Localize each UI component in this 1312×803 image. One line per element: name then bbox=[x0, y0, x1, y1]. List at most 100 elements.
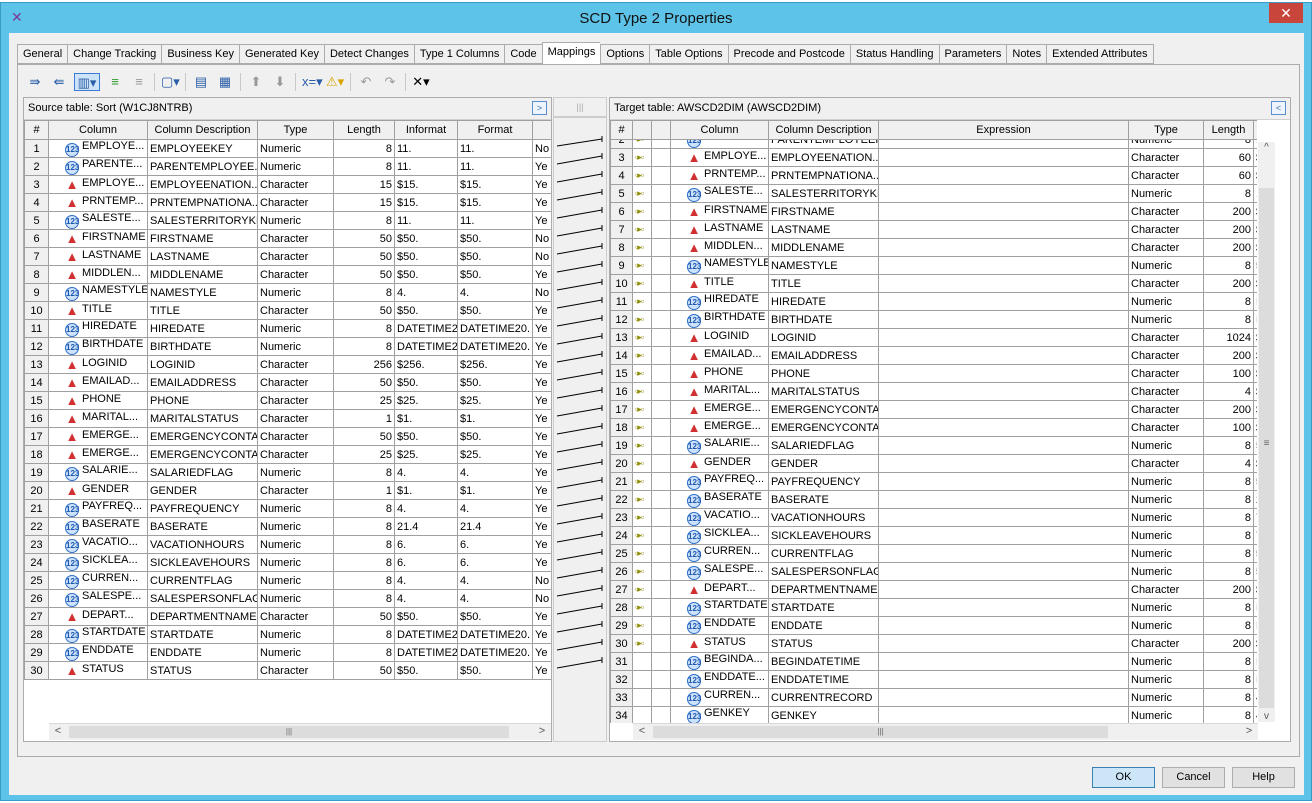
table-row[interactable]: 11123HIREDATEHIREDATENumeric8DATETIME20.… bbox=[24, 319, 551, 338]
column-format[interactable]: 5. bbox=[1253, 544, 1257, 563]
column-header[interactable]: Column Description bbox=[147, 120, 258, 140]
column-informat[interactable]: $25. bbox=[394, 391, 458, 410]
column-header[interactable]: Informat bbox=[394, 120, 458, 140]
target-horizontal-scrollbar[interactable]: < ||| > bbox=[633, 723, 1258, 740]
column-format[interactable]: $50. bbox=[457, 247, 533, 266]
column-length[interactable]: 15 bbox=[333, 175, 395, 194]
column-extra[interactable]: No bbox=[532, 283, 551, 302]
column-description[interactable]: SALESPERSONFLAG bbox=[147, 589, 258, 608]
column-informat[interactable]: $50. bbox=[394, 247, 458, 266]
column-extra[interactable]: No bbox=[532, 589, 551, 608]
table-row[interactable]: 24 ▫▸▫ 123 SICKLEA... SICKLEAVEHOURS Numeric 8… bbox=[610, 526, 1257, 545]
column-extra[interactable]: Ye bbox=[532, 373, 551, 392]
column-length[interactable]: 8 bbox=[333, 157, 395, 176]
column-format[interactable]: $50. bbox=[457, 301, 533, 320]
column-expression[interactable] bbox=[878, 220, 1129, 239]
column-informat[interactable]: $50. bbox=[394, 427, 458, 446]
tab-general[interactable]: General bbox=[17, 44, 68, 64]
column-expression[interactable] bbox=[878, 670, 1129, 689]
column-type[interactable]: Character bbox=[257, 661, 334, 680]
column-type[interactable]: Character bbox=[1128, 454, 1204, 473]
mapping-line[interactable] bbox=[556, 281, 603, 291]
column-name[interactable]: 123 SALESTE... bbox=[670, 184, 769, 203]
column-description[interactable]: SICKLEAVEHOURS bbox=[147, 553, 258, 572]
table-row[interactable]: 5▫▸▫123SALESTE...SALESTERRITORYKEYNumeri… bbox=[610, 184, 1257, 203]
table-row[interactable]: 27 ▫▸▫ ▲ DEPART... DEPARTMENTNAME Character 20… bbox=[610, 580, 1257, 599]
column-extra[interactable]: Ye bbox=[532, 481, 551, 500]
column-type[interactable]: Character bbox=[1128, 148, 1204, 167]
column-type[interactable]: Character bbox=[1128, 220, 1204, 239]
column-length[interactable]: 8 bbox=[1203, 688, 1254, 707]
column-name[interactable]: ▲ STATUS bbox=[48, 661, 148, 680]
table-row[interactable]: 15▫▸▫▲PHONEPHONECharacter100$1 bbox=[610, 364, 1257, 383]
column-format[interactable]: DA bbox=[1253, 616, 1257, 635]
column-type[interactable]: Numeric bbox=[257, 283, 334, 302]
mapping-line[interactable] bbox=[556, 138, 603, 147]
column-format[interactable]: DATETIME20. bbox=[457, 643, 533, 662]
column-format[interactable]: $1. bbox=[457, 409, 533, 428]
column-length[interactable]: 1 bbox=[333, 409, 395, 428]
column-extra[interactable]: Ye bbox=[532, 175, 551, 194]
column-format[interactable]: 4. bbox=[1253, 706, 1257, 723]
column-header[interactable]: Column Description bbox=[768, 120, 879, 140]
table-row[interactable]: 20 ▲ GENDER GENDER Character 1 $1. $1. Ye bbox=[24, 481, 551, 500]
column-informat[interactable]: 6. bbox=[394, 553, 458, 572]
column-length[interactable]: 8 bbox=[1203, 310, 1254, 329]
column-format[interactable]: $4 bbox=[1253, 454, 1257, 473]
table-row[interactable]: 3 ▫▸▫ ▲ EMPLOYE... EMPLOYEENATION... Characte… bbox=[610, 148, 1257, 167]
table-row[interactable]: 22 123 BASERATE BASERATE Numeric 8 21.4 21.4 Ye bbox=[24, 517, 551, 536]
column-name[interactable]: ▲ PRNTEMP... bbox=[48, 193, 148, 212]
column-expression[interactable] bbox=[878, 400, 1129, 419]
column-format[interactable]: $6 bbox=[1253, 148, 1257, 167]
column-length[interactable]: 8 bbox=[333, 643, 395, 662]
column-description[interactable]: MIDDLENAME bbox=[768, 238, 879, 257]
column-length[interactable]: 50 bbox=[333, 427, 395, 446]
column-format[interactable]: DA bbox=[1253, 652, 1257, 671]
column-expression[interactable] bbox=[878, 166, 1129, 185]
column-name[interactable]: 123 CURREN... bbox=[670, 688, 769, 707]
column-format[interactable]: $15. bbox=[457, 175, 533, 194]
column-description[interactable]: FIRSTNAME bbox=[768, 202, 879, 221]
column-length[interactable]: 200 bbox=[1203, 220, 1254, 239]
column-description[interactable]: MARITALSTATUS bbox=[147, 409, 258, 428]
mapping-line[interactable] bbox=[556, 335, 603, 345]
column-description[interactable]: TITLE bbox=[147, 301, 258, 320]
column-length[interactable]: 50 bbox=[333, 247, 395, 266]
column-extra[interactable]: Ye bbox=[532, 427, 551, 446]
column-expression[interactable] bbox=[878, 148, 1129, 167]
column-description[interactable]: GENDER bbox=[147, 481, 258, 500]
column-format[interactable]: $1 bbox=[1253, 418, 1257, 437]
column-type[interactable]: Numeric bbox=[257, 571, 334, 590]
column-name[interactable]: 123 SALESPE... bbox=[48, 589, 148, 608]
column-length[interactable]: 100 bbox=[1203, 418, 1254, 437]
column-name[interactable]: ▲ MIDDLEN... bbox=[48, 265, 148, 284]
mapping-line[interactable] bbox=[556, 569, 603, 579]
column-type[interactable]: Numeric bbox=[1128, 472, 1204, 491]
map-source-button[interactable]: ⇛ bbox=[26, 73, 44, 91]
column-type[interactable]: Character bbox=[257, 607, 334, 626]
mapping-line[interactable] bbox=[556, 443, 603, 453]
column-format[interactable]: DA bbox=[1253, 670, 1257, 689]
column-name[interactable]: 123 HIREDATE bbox=[48, 319, 148, 338]
warning-dropdown-button[interactable]: ⚠▾ bbox=[326, 73, 344, 91]
scroll-left-icon[interactable]: < bbox=[51, 725, 65, 737]
column-extra[interactable]: Ye bbox=[532, 337, 551, 356]
mapping-line[interactable] bbox=[556, 209, 603, 219]
scroll-right-icon[interactable]: > bbox=[535, 725, 549, 737]
tab-status-handling[interactable]: Status Handling bbox=[849, 44, 939, 64]
tab-precode-and-postcode[interactable]: Precode and Postcode bbox=[727, 44, 850, 64]
column-informat[interactable]: $15. bbox=[394, 193, 458, 212]
column-description[interactable]: DEPARTMENTNAME bbox=[768, 580, 879, 599]
table-row[interactable]: 7▫▸▫▲LASTNAMELASTNAMECharacter200$2 bbox=[610, 220, 1257, 239]
column-extra[interactable]: Ye bbox=[532, 391, 551, 410]
column-informat[interactable]: 11. bbox=[394, 211, 458, 230]
column-format[interactable]: 4. bbox=[457, 283, 533, 302]
column-length[interactable]: 8 bbox=[333, 283, 395, 302]
column-length[interactable]: 15 bbox=[333, 193, 395, 212]
column-description[interactable]: CURRENTFLAG bbox=[768, 544, 879, 563]
table-row[interactable]: 13▫▸▫▲LOGINIDLOGINIDCharacter1024$1 bbox=[610, 328, 1257, 347]
column-informat[interactable]: $1. bbox=[394, 409, 458, 428]
mapping-line[interactable] bbox=[556, 515, 603, 525]
column-description[interactable]: PARENTEMPLOYEE... bbox=[147, 157, 258, 176]
column-extra[interactable]: Ye bbox=[532, 211, 551, 230]
